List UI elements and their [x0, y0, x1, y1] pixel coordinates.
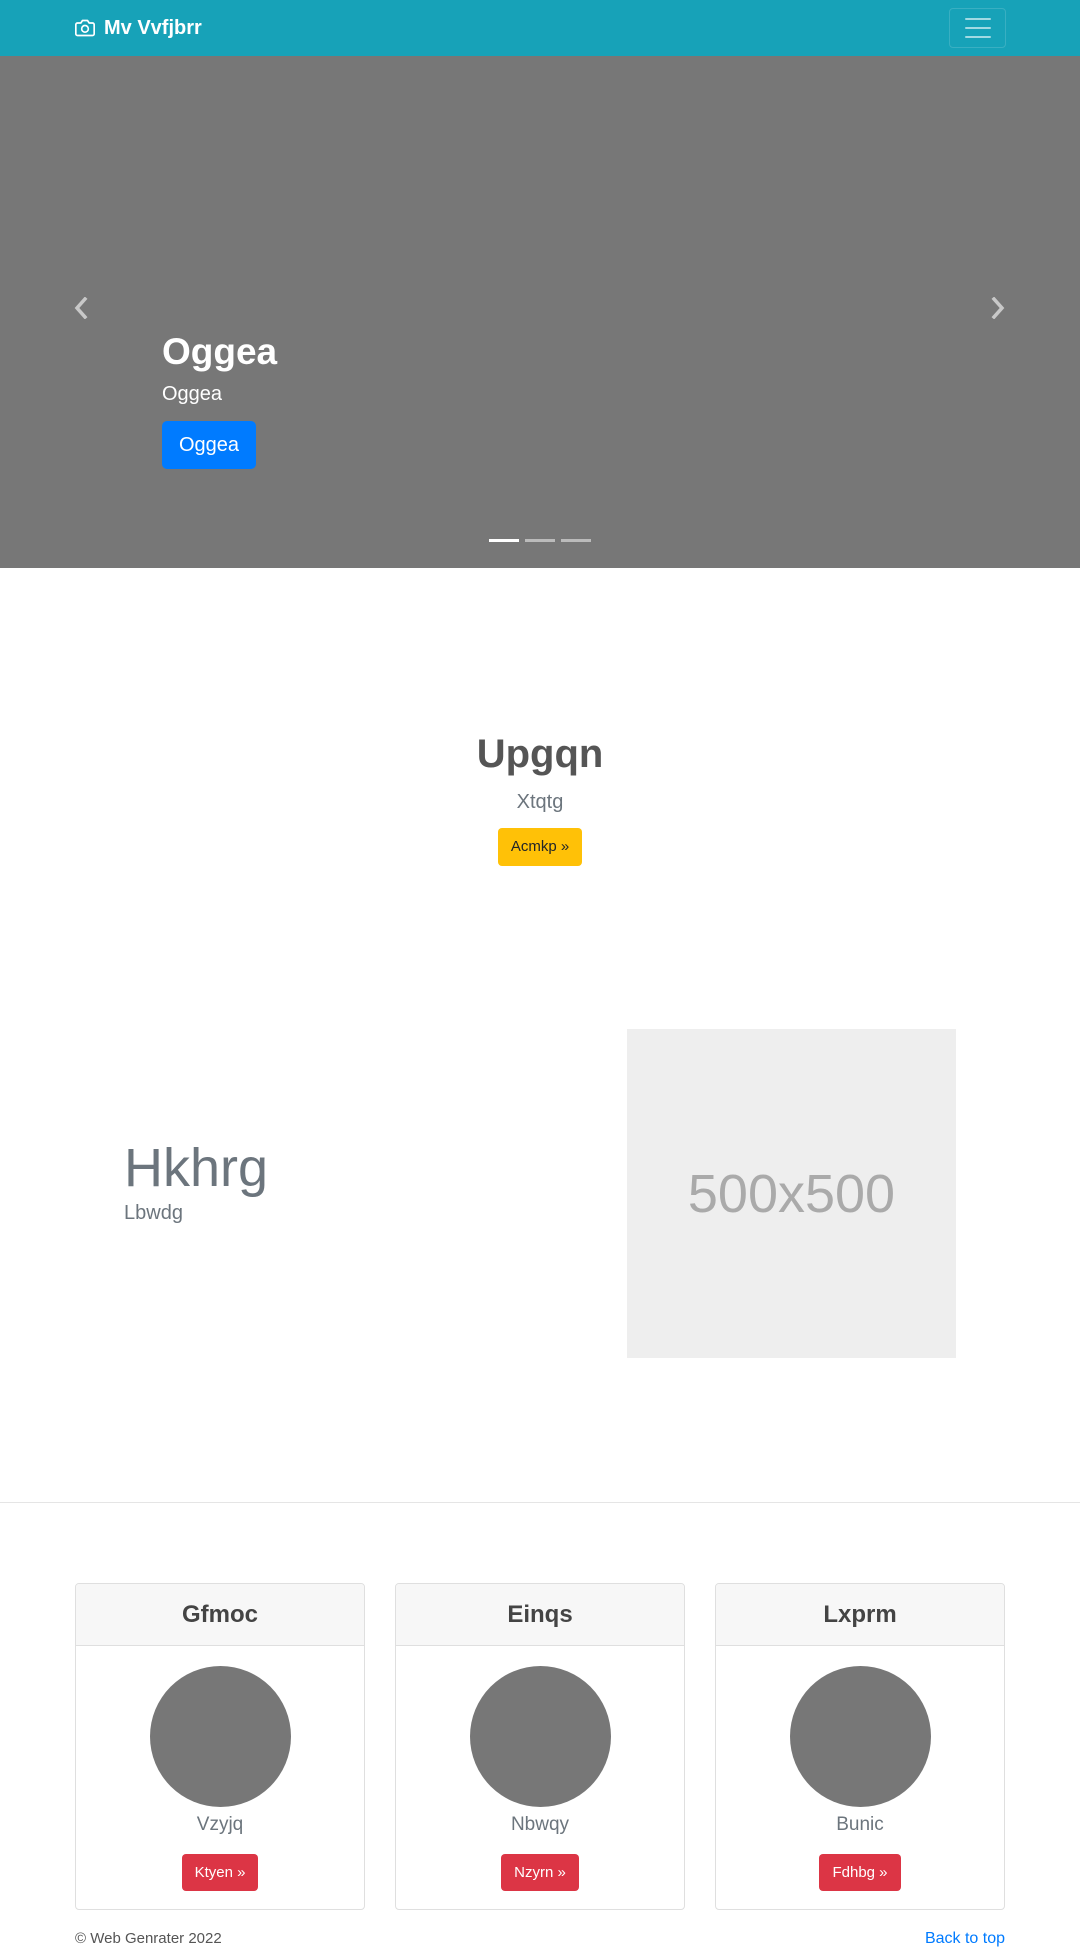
placeholder-label: 500x500	[687, 1163, 896, 1224]
intro-title: Upgqn	[476, 732, 604, 776]
carousel-indicator-3[interactable]	[561, 539, 591, 542]
hamburger-menu-icon	[964, 18, 991, 20]
intro-subtitle: Xtqtg	[516, 791, 564, 813]
navbar: Mv Vvfjbrr	[0, 0, 1080, 56]
brand-name: Mv Vvfjbrr	[104, 16, 202, 39]
card-1: Gfmoc Vzyjq Ktyen »	[75, 1583, 365, 1910]
camera-icon	[75, 19, 95, 37]
card-text: Bunic	[836, 1814, 884, 1835]
card-button[interactable]: Ktyen »	[181, 1854, 259, 1891]
footer-copyright: © Web Genrater 2022	[75, 1930, 222, 1947]
carousel-indicator-2[interactable]	[525, 539, 555, 542]
carousel-next-button[interactable]	[983, 293, 1013, 323]
card-text: Nbwqy	[510, 1814, 570, 1835]
hamburger-menu-icon-bar	[964, 27, 991, 29]
card-button[interactable]: Fdhbg »	[819, 1854, 901, 1891]
hamburger-menu-icon-bar	[964, 36, 991, 38]
chevron-right-icon	[991, 297, 1005, 319]
section-divider	[0, 1502, 1080, 1503]
avatar	[469, 1666, 611, 1807]
card-3: Lxprm Bunic Fdhbg »	[715, 1583, 1005, 1910]
avatar	[789, 1666, 931, 1807]
card-button[interactable]: Nzyrn »	[501, 1854, 579, 1891]
carousel-caption: Oggea Oggea Oggea	[162, 330, 277, 469]
hero-carousel: Oggea Oggea Oggea	[0, 56, 1080, 568]
brand-link[interactable]: Mv Vvfjbrr	[75, 14, 202, 42]
intro-button[interactable]: Acmkp »	[497, 828, 583, 866]
back-to-top-link[interactable]: Back to top	[925, 1929, 1005, 1949]
feature-text: Hkhrg Lbwdg	[124, 1136, 268, 1226]
carousel-indicator-1[interactable]	[489, 539, 519, 542]
card-header: Gfmoc	[76, 1584, 364, 1646]
feature-title: Hkhrg	[124, 1138, 269, 1198]
chevron-left-icon	[74, 297, 88, 319]
carousel-cta-button[interactable]: Oggea	[162, 421, 257, 469]
feature-image-placeholder: 500x500	[627, 1029, 956, 1358]
carousel-indicators	[489, 539, 591, 542]
avatar	[149, 1666, 291, 1807]
card-2: Einqs Nbwqy Nzyrn »	[395, 1583, 685, 1910]
feature-subtitle: Lbwdg	[124, 1202, 183, 1224]
carousel-title: Oggea	[162, 331, 278, 372]
carousel-subtitle: Oggea	[162, 383, 223, 405]
card-header: Einqs	[396, 1584, 684, 1646]
intro-section: Upgqn Xtqtg Acmkp »	[0, 728, 1080, 866]
navbar-toggler-button[interactable]	[949, 8, 1006, 48]
card-header: Lxprm	[716, 1584, 1004, 1646]
carousel-prev-button[interactable]	[66, 293, 96, 323]
card-text: Vzyjq	[196, 1814, 244, 1835]
